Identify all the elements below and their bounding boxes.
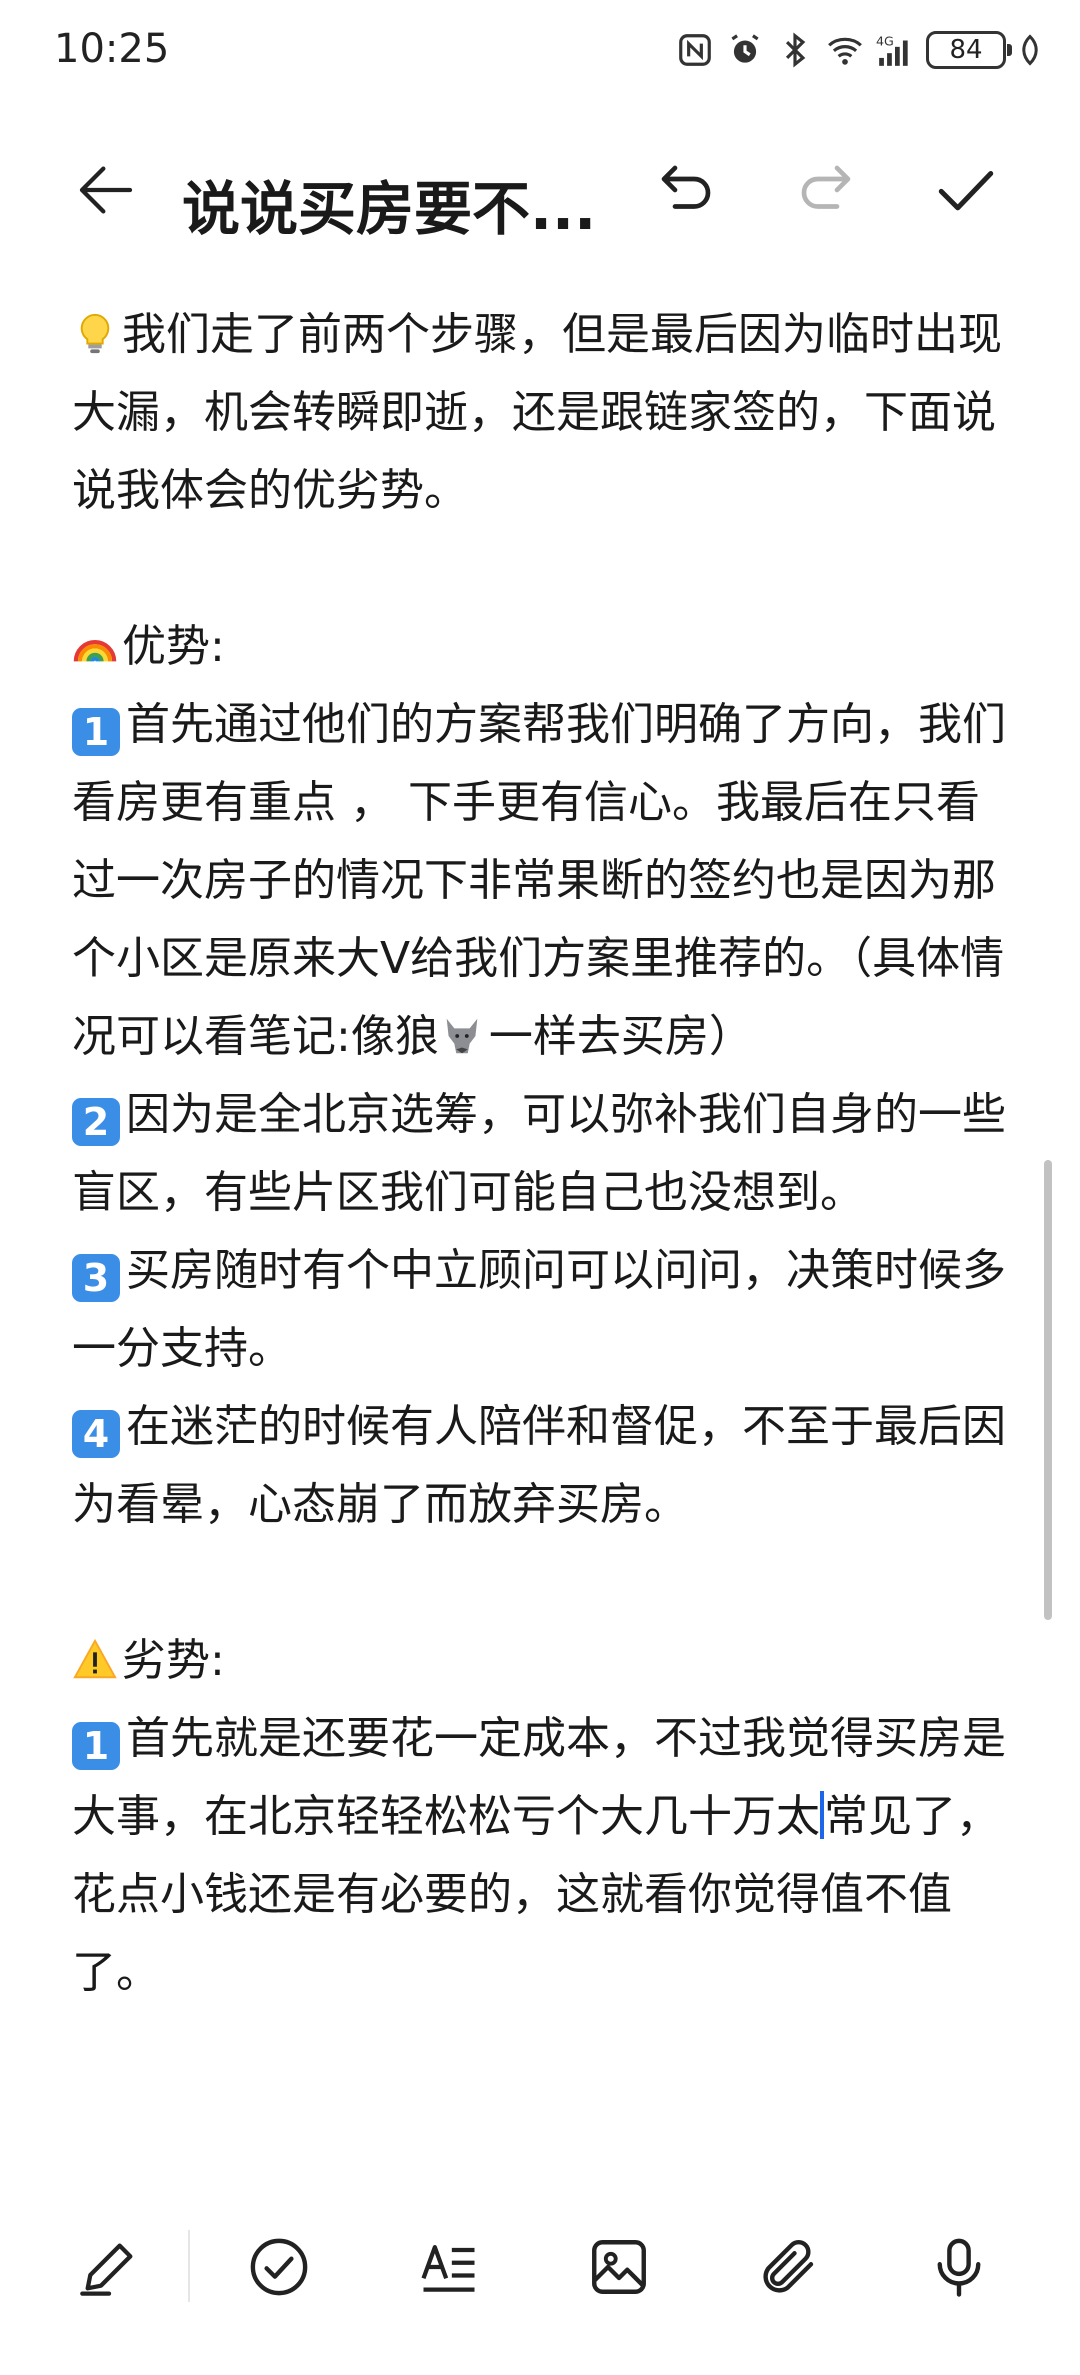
check-icon [938,171,994,211]
pen-icon [80,2243,133,2296]
advantage-3-text: 买房随时有个中立顾问可以问问，决策时候多一分支持。 [72,1245,1006,1374]
number-3-badge: 3 [72,1254,120,1302]
back-button[interactable] [56,140,156,240]
note-title[interactable]: 说说买房要不... [182,162,596,246]
image-icon [592,2240,646,2294]
intro-paragraph: 我们走了前两个步骤，但是最后因为临时出现大漏，机会转瞬即逝，还是跟链家签的，下面… [72,296,1012,530]
status-icons: 4G 84 [676,26,1042,74]
checklist-icon [250,2238,308,2296]
voice-input-button[interactable] [914,2222,1004,2312]
wolf-icon [446,1018,478,1054]
checklist-button[interactable] [234,2222,324,2312]
battery-level: 84 [949,35,983,65]
signal-4g-icon: 4G [876,33,908,66]
rainbow-icon [73,640,117,662]
status-bar: 10:25 4G 84 [0,0,1080,105]
number-2-badge: 2 [72,1098,120,1146]
battery-icon: 84 [926,31,1012,69]
undo-icon [661,165,711,209]
text-format-button[interactable] [404,2222,494,2312]
advantages-heading-text: 优势: [122,621,225,672]
advantage-item-3: 3 买房随时有个中立顾问可以问问，决策时候多一分支持。 [72,1232,1012,1388]
attachment-icon [763,2239,814,2293]
text-format-icon [421,2245,475,2292]
done-button[interactable] [916,140,1016,240]
handwriting-button[interactable] [64,2222,154,2312]
svg-text:4G: 4G [876,33,894,48]
disadvantages-heading: 劣势: [72,1622,1012,1700]
advantage-1-text-after: 一样去买房） [488,1011,753,1062]
note-body[interactable]: 我们走了前两个步骤，但是最后因为临时出现大漏，机会转瞬即逝，还是跟链家签的，下面… [72,296,1012,2012]
scrollbar[interactable] [1044,1160,1052,1620]
number-1-badge: 1 [72,1722,120,1770]
intro-text: 我们走了前两个步骤，但是最后因为临时出现大漏，机会转瞬即逝，还是跟链家签的，下面… [72,309,1002,516]
lightbulb-icon [80,313,110,354]
advantage-item-2: 2 因为是全北京选筹，可以弥补我们自身的一些盲区，有些片区我们可能自己也没想到。 [72,1076,1012,1232]
back-arrow-icon [79,166,133,214]
advantages-heading: 优势: [72,608,1012,686]
redo-icon [801,165,851,209]
number-4-badge: 4 [72,1410,120,1458]
leaf-icon [1022,34,1038,66]
warning-icon [73,1638,117,1679]
advantage-1-text: 首先通过他们的方案帮我们明确了方向，我们看房更有重点 ， 下手更有信心。我最后在… [72,699,1006,1062]
nfc-icon [679,34,711,66]
advantage-4-text: 在迷茫的时候有人陪伴和督促，不至于最后因为看晕，心态崩了而放弃买房。 [72,1401,1006,1530]
disadvantages-heading-text: 劣势: [122,1635,225,1686]
redo-button[interactable] [776,140,876,240]
advantage-item-4: 4 在迷茫的时候有人陪伴和督促，不至于最后因为看晕，心态崩了而放弃买房。 [72,1388,1012,1544]
wifi-icon [828,37,862,65]
toolbar-divider [188,2230,190,2302]
disadvantage-item-1: 1 首先就是还要花一定成本，不过我觉得买房是大事，在北京轻轻松松亏个大几十万太常见… [72,1700,1012,2012]
number-1-badge: 1 [72,708,120,756]
advantage-2-text: 因为是全北京选筹，可以弥补我们自身的一些盲区，有些片区我们可能自己也没想到。 [72,1089,1006,1218]
undo-button[interactable] [636,140,736,240]
editor-bottom-bar [0,2200,1080,2340]
note-toolbar: 说说买房要不... [0,140,1080,250]
bluetooth-icon [785,32,806,68]
insert-image-button[interactable] [574,2222,664,2312]
status-time: 10:25 [54,26,170,72]
attachment-button[interactable] [744,2222,834,2312]
alarm-icon [731,34,759,63]
microphone-icon [937,2238,981,2297]
advantage-item-1: 1 首先通过他们的方案帮我们明确了方向，我们看房更有重点 ， 下手更有信心。我最后… [72,686,1012,1076]
